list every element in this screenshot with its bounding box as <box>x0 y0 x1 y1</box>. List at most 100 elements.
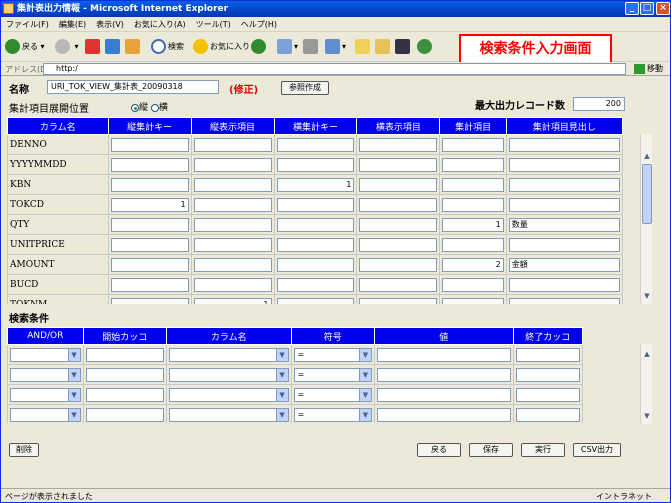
agg-input-hdisp[interactable] <box>359 157 438 172</box>
search-select-col[interactable]: ▼ <box>168 407 289 422</box>
agg-input-hkey[interactable] <box>276 137 355 152</box>
agg-input-hkey[interactable] <box>276 217 355 232</box>
print-button[interactable] <box>303 38 320 56</box>
agg-input-head[interactable] <box>508 237 620 252</box>
agg-input-agg[interactable] <box>442 177 504 192</box>
agg-input-vdisp[interactable] <box>193 257 272 272</box>
agg-input-vdisp[interactable] <box>193 217 272 232</box>
menu-favorites[interactable]: お気に入り(A) <box>129 17 191 32</box>
agg-input-agg[interactable]: 2 <box>442 257 504 272</box>
chevron-down-icon[interactable]: ▼ <box>275 388 288 401</box>
research-button[interactable] <box>375 38 392 56</box>
search-select-op[interactable]: = ▼ <box>293 367 372 382</box>
agg-input-vkey[interactable] <box>110 257 189 272</box>
save-button[interactable]: 保存 <box>469 443 513 457</box>
search-select-col[interactable]: ▼ <box>168 347 289 362</box>
search-select-op[interactable]: = ▼ <box>293 387 372 402</box>
home-button[interactable] <box>125 38 142 56</box>
search-input-open[interactable] <box>85 347 164 362</box>
menu-tools[interactable]: ツール(T) <box>191 17 236 32</box>
agg-input-vdisp[interactable] <box>193 137 272 152</box>
forward-button[interactable]: ▾ <box>55 38 79 56</box>
search-input-val[interactable] <box>376 387 511 402</box>
agg-input-agg[interactable] <box>442 277 504 292</box>
agg-input-agg[interactable] <box>442 157 504 172</box>
search-input-val[interactable] <box>376 347 511 362</box>
name-input[interactable]: URI_TOK_VIEW_集計表_20090318 <box>47 80 219 94</box>
agg-input-vkey[interactable] <box>110 157 189 172</box>
back-page-button[interactable]: 戻る <box>417 443 461 457</box>
agg-input-head[interactable]: 数量 <box>508 217 620 232</box>
search-input-open[interactable] <box>85 407 164 422</box>
csv-export-button[interactable]: CSV出力 <box>573 443 621 457</box>
scroll-up-arrow-icon[interactable]: ▲ <box>641 150 653 162</box>
search-scroll-up-icon[interactable]: ▲ <box>641 348 653 360</box>
messenger-button[interactable] <box>395 38 412 56</box>
agg-input-vdisp[interactable] <box>193 237 272 252</box>
agg-input-vdisp[interactable] <box>193 177 272 192</box>
agg-input-agg[interactable] <box>442 297 504 304</box>
chevron-down-icon[interactable]: ▼ <box>67 348 80 361</box>
agg-input-agg[interactable] <box>442 137 504 152</box>
agg-input-hdisp[interactable] <box>359 197 438 212</box>
aggregation-scrollbar[interactable]: ▲ ▼ <box>640 134 652 304</box>
agg-input-agg[interactable]: 1 <box>442 217 504 232</box>
agg-input-hkey[interactable]: 1 <box>276 177 355 192</box>
refresh-button[interactable] <box>105 38 122 56</box>
agg-input-head[interactable] <box>508 137 620 152</box>
agg-input-hkey[interactable] <box>276 297 355 304</box>
agg-input-hdisp[interactable] <box>359 177 438 192</box>
close-button[interactable]: × <box>656 2 670 15</box>
agg-input-vkey[interactable] <box>110 137 189 152</box>
agg-input-hkey[interactable] <box>276 197 355 212</box>
reference-create-button[interactable]: 参照作成 <box>281 81 329 95</box>
search-input-close[interactable] <box>515 367 580 382</box>
delete-button[interactable]: 削除 <box>9 443 39 457</box>
chevron-down-icon[interactable]: ▼ <box>275 368 288 381</box>
minimize-button[interactable]: _ <box>625 2 639 15</box>
menu-help[interactable]: ヘルプ(H) <box>236 17 282 32</box>
maximize-button[interactable]: □ <box>640 2 654 15</box>
agg-input-hdisp[interactable] <box>359 137 438 152</box>
agg-input-head[interactable] <box>508 197 620 212</box>
agg-input-vkey[interactable] <box>110 277 189 292</box>
chevron-down-icon[interactable]: ▼ <box>358 408 371 421</box>
chevron-down-icon[interactable]: ▼ <box>275 348 288 361</box>
agg-input-head[interactable] <box>508 277 620 292</box>
address-input[interactable]: http:/ <box>43 63 626 75</box>
search-select-col[interactable]: ▼ <box>168 387 289 402</box>
chevron-down-icon[interactable]: ▼ <box>275 408 288 421</box>
radio-vertical[interactable] <box>131 103 139 112</box>
agg-input-vdisp[interactable] <box>193 277 272 292</box>
agg-input-vkey[interactable] <box>110 237 189 252</box>
search-select-andor[interactable]: ▼ <box>10 387 81 402</box>
agg-input-hdisp[interactable] <box>359 277 438 292</box>
agg-input-vkey[interactable] <box>110 217 189 232</box>
search-select-op[interactable]: = ▼ <box>293 407 372 422</box>
search-scrollbar[interactable]: ▲ ▼ <box>640 344 652 424</box>
search-input-val[interactable] <box>376 367 511 382</box>
edit-button[interactable]: ▾ <box>325 38 346 56</box>
agg-input-head[interactable]: 金額 <box>508 257 620 272</box>
agg-input-hdisp[interactable] <box>359 237 438 252</box>
search-input-open[interactable] <box>85 367 164 382</box>
menu-file[interactable]: ファイル(F) <box>1 17 54 32</box>
mail-button[interactable]: ▾ <box>277 38 298 56</box>
search-select-col[interactable]: ▼ <box>168 367 289 382</box>
menu-view[interactable]: 表示(V) <box>91 17 129 32</box>
search-select-op[interactable]: = ▼ <box>293 347 372 362</box>
agg-input-vdisp[interactable] <box>193 197 272 212</box>
agg-input-head[interactable] <box>508 157 620 172</box>
back-button[interactable]: 戻る ▾ <box>5 38 45 56</box>
agg-input-vkey[interactable] <box>110 297 189 304</box>
agg-input-vdisp[interactable] <box>193 157 272 172</box>
people-button[interactable] <box>417 38 434 56</box>
stop-button[interactable] <box>85 38 102 56</box>
agg-input-agg[interactable] <box>442 197 504 212</box>
search-input-close[interactable] <box>515 407 580 422</box>
agg-input-hdisp[interactable] <box>359 257 438 272</box>
chevron-down-icon[interactable]: ▼ <box>67 368 80 381</box>
agg-input-hdisp[interactable] <box>359 217 438 232</box>
radio-horizontal[interactable] <box>150 103 159 112</box>
search-input-val[interactable] <box>376 407 511 422</box>
